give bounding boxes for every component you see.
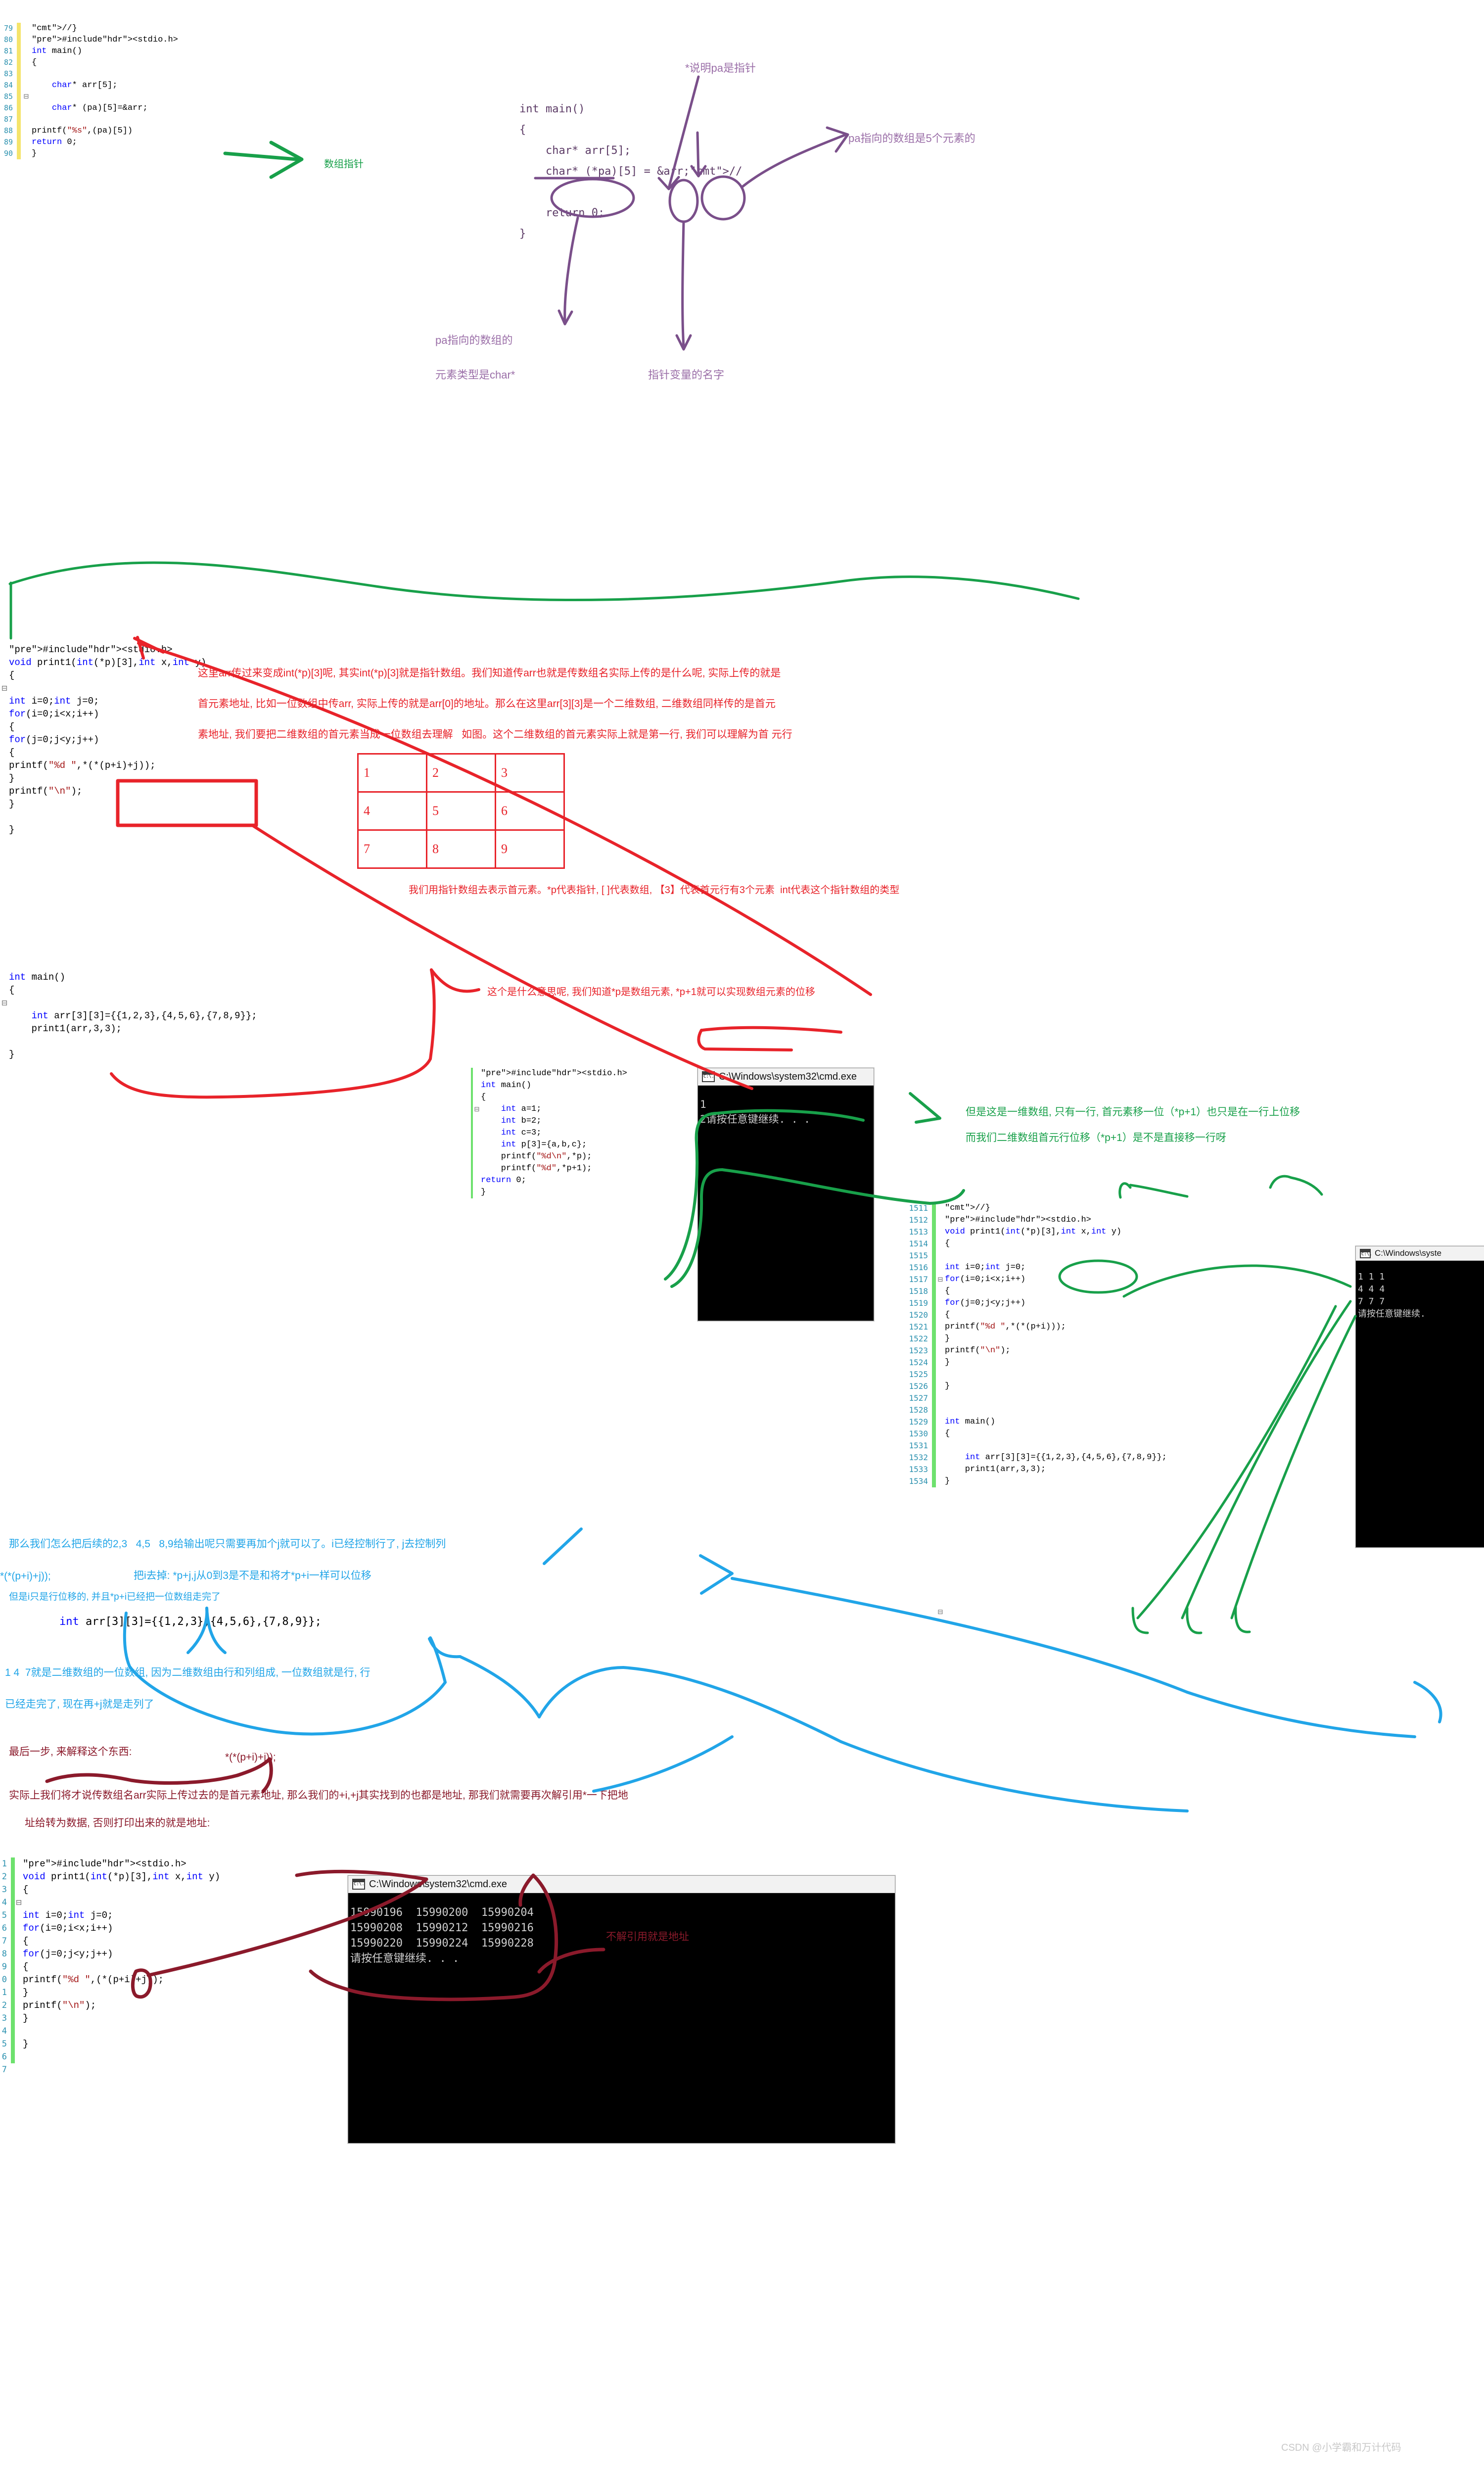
cmd-window-3-title: C:\Windows\system32\cmd.exe: [369, 1878, 507, 1890]
red-note-arr-passed: 这里arr传过来变成int(*p)[3]呢, 其实int(*p)[3]就是指针数…: [198, 667, 792, 740]
editor-numbered-fold-column[interactable]: ⊟ ⊟: [936, 1202, 945, 1642]
cmd-icon: [352, 1879, 365, 1890]
editor-bottom-gutter: 1 2 3 4 5 6 7 8 9 0 1 2 3 4 5 6 7: [1, 1859, 7, 2075]
editor-top-gutter: 79 80 81 82 83 84 85 86 87 88 89 90: [3, 24, 13, 158]
editor-print1-code[interactable]: "pre">#include"hdr"><stdio.h> void print…: [9, 643, 206, 836]
red-hook-above-demo: [697, 1026, 842, 1051]
editor-bottom-code[interactable]: "pre">#include"hdr"><stdio.h> void print…: [23, 1857, 220, 2076]
diagram-label-element-type-2: 元素类型是char*: [435, 369, 515, 381]
cmd-window-2-titlebar[interactable]: C:\Windows\syste: [1356, 1246, 1484, 1261]
red-note-pointer-offset-question: 这个是什么意思呢, 我们知道*p是数组元素, *p+1就可以实现数组元素的位移: [487, 987, 815, 998]
editor-1d-demo-code[interactable]: "pre">#include"hdr"><stdio.h> int main()…: [481, 1068, 627, 1198]
matrix-cell: 5: [426, 791, 496, 831]
green-arrow-array-pointer: [223, 141, 304, 179]
dark-note-line-2: 址给转为数据, 否则打印出来的就是地址:: [25, 1817, 210, 1829]
cmd-window-3-titlebar[interactable]: C:\Windows\system32\cmd.exe: [348, 1876, 895, 1893]
matrix-cell: 9: [495, 829, 565, 869]
matrix-row: 123: [357, 753, 565, 793]
editor-numbered-changebar: [932, 1202, 936, 1487]
editor-main-2d-code[interactable]: int main() { int arr[3][3]={{1,2,3},{4,5…: [9, 971, 257, 1061]
editor-1d-demo[interactable]: ⊟ "pre">#include"hdr"><stdio.h> int main…: [471, 1044, 627, 1210]
cmd-window-1-titlebar[interactable]: C:\Windows\system32\cmd.exe: [698, 1068, 874, 1086]
cmd-window-1-output: 1 2请按任意键继续. . .: [700, 1098, 810, 1125]
handwritten-diagram: int main() { char* arr[5]; char* (*pa)[5…: [505, 89, 1098, 366]
green-note-one-row-offset: 但是这是一维数组, 只有一行, 首元素移一位（*p+1）也只是在一行上位移 而我…: [966, 1106, 1300, 1143]
array-pointer-green-label: 数组指针: [324, 159, 364, 170]
matrix-cell: 4: [357, 791, 427, 831]
matrix-cell: 1: [357, 753, 427, 793]
matrix-cell: 3: [495, 753, 565, 793]
cmd-window-1[interactable]: C:\Windows\system32\cmd.exe 1 2请按任意键继续. …: [697, 1068, 874, 1321]
editor-numbered-code[interactable]: "cmt">//} "pre">#include"hdr"><stdio.h> …: [945, 1202, 1167, 1642]
matrix-cell: 2: [426, 753, 496, 793]
dark-note-expression: *(*(p+i)+j));: [225, 1752, 276, 1763]
blue-note-line-1: 那么我们怎么把后续的2,3 4,5 8,9给输出呢只需要再加个j就可以了。i已经…: [9, 1538, 446, 1550]
cmd-window-3[interactable]: C:\Windows\system32\cmd.exe 15990196 159…: [348, 1875, 895, 2143]
editor-main-2d-fold-column[interactable]: ⊟: [0, 971, 9, 1061]
editor-top-code[interactable]: "cmt">//} "pre">#include"hdr"><stdio.h> …: [32, 23, 178, 159]
editor-print1[interactable]: ⊟ "pre">#include"hdr"><stdio.h> void pri…: [0, 618, 206, 849]
blue-note2-line-1: 1 4 7就是二维数组的一位数组, 因为二维数组由行和列组成, 一位数组就是行,…: [5, 1667, 371, 1678]
diagram-label-pointer-name: 指针变量的名字: [648, 369, 725, 381]
dark-note-line-1: 实际上我们将才说传数组名arr实际上传过去的是首元素地址, 那么我们的+i,+j…: [9, 1790, 628, 1801]
editor-top-fold-column[interactable]: ⊟: [21, 23, 32, 159]
red-note-no-dereference: 不解引用就是地址: [606, 1931, 689, 1943]
matrix-table-body: 123456789: [357, 753, 565, 869]
dark-note-heading: 最后一步, 来解释这个东西:: [9, 1746, 132, 1758]
matrix-row: 789: [357, 829, 565, 869]
page-watermark: CSDN @小学霸和万计代码: [1281, 2442, 1401, 2453]
editor-top-changebar: [17, 23, 21, 159]
matrix-row: 456: [357, 791, 565, 831]
blue-note-expression: *(*(p+i)+j));: [0, 1570, 51, 1582]
matrix-table: 123456789: [357, 753, 565, 869]
diagram-label-star-pointer: *说明pa是指针: [685, 62, 756, 74]
editor-print1-fold-column[interactable]: ⊟: [0, 643, 9, 836]
blue-note-line-3: 把i去掉: *p+j,j从0到3是不是和将才*p+i一样可以位移: [134, 1570, 371, 1581]
cmd-window-2[interactable]: C:\Windows\syste 1 1 1 4 4 4 7 7 7 请按任意键…: [1355, 1246, 1484, 1548]
cmd-window-2-title: C:\Windows\syste: [1375, 1248, 1442, 1258]
editor-bottom-changebar: [11, 1857, 15, 2063]
matrix-cell: 7: [357, 829, 427, 869]
editor-numbered[interactable]: 1511 1512 1513 1514 1515 1516 1517 1518 …: [900, 1179, 1167, 1654]
cmd-window-2-output: 1 1 1 4 4 4 7 7 7 请按任意键继续.: [1358, 1272, 1426, 1319]
red-note-pointer-array-meaning: 我们用指针数组去表示首元素。*p代表指针, [ ]代表数组, 【3】代表首元行有…: [409, 885, 900, 896]
editor-bottom[interactable]: 1 2 3 4 5 6 7 8 9 0 1 2 3 4 5 6 7 ⊟ "pre…: [0, 1832, 220, 2089]
editor-1d-demo-fold-column[interactable]: ⊟: [473, 1068, 481, 1198]
editor-top[interactable]: 79 80 81 82 83 84 85 86 87 88 89 90 ⊟ "c…: [0, 0, 178, 171]
editor-bottom-fold-column[interactable]: ⊟: [15, 1857, 23, 2076]
matrix-cell: 6: [495, 791, 565, 831]
editor-inline-arr[interactable]: int arr[3][3]={{1,2,3},{4,5,6},{7,8,9}};: [59, 1616, 322, 1628]
matrix-cell: 8: [426, 829, 496, 869]
diagram-label-element-type-1: pa指向的数组的: [435, 334, 513, 346]
editor-main-2d[interactable]: ⊟ int main() { int arr[3][3]={{1,2,3},{4…: [0, 945, 257, 1074]
editor-numbered-gutter: 1511 1512 1513 1514 1515 1516 1517 1518 …: [909, 1203, 928, 1486]
diagram-code: int main() { char* arr[5]; char* (*pa)[5…: [519, 103, 742, 240]
blue-note2-line-2: 已经走完了, 现在再+j就是走列了: [5, 1699, 154, 1710]
cmd-icon: [1360, 1248, 1372, 1258]
blue-note-line-4: 但是i只是行位移的, 并且*p+i已经把一位数组走完了: [9, 1592, 221, 1602]
cmd-window-1-title: C:\Windows\system32\cmd.exe: [719, 1071, 857, 1082]
cmd-icon: [702, 1071, 715, 1082]
diagram-label-5-elements: pa指向的数组是5个元素的: [848, 132, 975, 144]
